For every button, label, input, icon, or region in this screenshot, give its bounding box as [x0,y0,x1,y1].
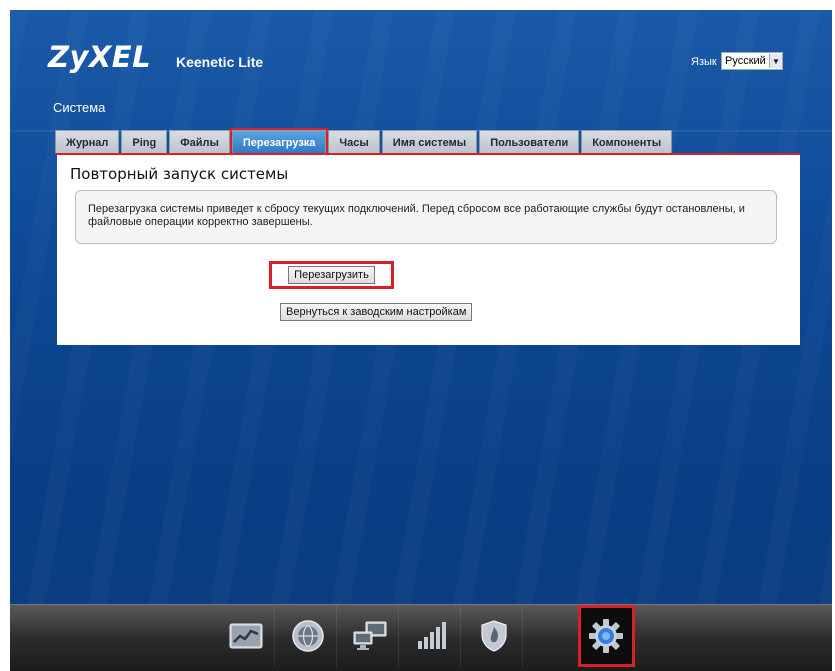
home-network-icon [353,621,387,650]
nav-home-network[interactable] [342,605,399,667]
nav-monitoring[interactable] [218,605,275,667]
reboot-button-highlight: Перезагрузить [269,261,394,289]
tab-system-name[interactable]: Имя системы [381,130,478,154]
nav-security[interactable] [466,605,523,667]
language-label: Язык [691,56,717,68]
router-admin-window: ZyXEL Keenetic Lite Язык Русский ▼ Систе… [10,10,832,671]
language-value: Русский [725,55,766,67]
tab-reboot[interactable]: Перезагрузка [229,128,329,156]
monitoring-chart-icon [229,623,263,649]
reboot-button[interactable]: Перезагрузить [288,266,375,284]
nav-wifi[interactable] [404,605,461,667]
nav-system[interactable] [578,605,635,667]
tab-clock[interactable]: Часы [328,130,380,154]
tab-components[interactable]: Компоненты [581,130,673,154]
info-box: Перезагрузка системы приведет к сбросу т… [75,190,777,244]
globe-internet-icon [292,620,324,652]
wifi-signal-icon [418,622,446,649]
tab-ping[interactable]: Ping [121,130,168,154]
tab-files[interactable]: Файлы [169,130,230,154]
reboot-panel: Повторный запуск системы Перезагрузка си… [57,155,800,345]
panel-title: Повторный запуск системы [70,165,289,183]
tab-bar: Журнал Ping Файлы Перезагрузка Часы Имя … [55,128,674,156]
page-title: Система [53,100,106,115]
bottom-nav-bar [10,604,832,671]
tab-log[interactable]: Журнал [55,130,120,154]
product-name: Keenetic Lite [176,54,264,70]
tab-users[interactable]: Пользователи [479,130,580,154]
zyxel-logo: ZyXEL [48,40,152,74]
security-shield-icon [481,620,507,652]
language-select[interactable]: Русский ▼ [721,52,783,70]
system-gear-icon [589,619,623,653]
nav-internet[interactable] [280,605,337,667]
chevron-down-icon: ▼ [769,54,782,68]
factory-reset-button[interactable]: Вернуться к заводским настройкам [280,303,473,321]
info-text: Перезагрузка системы приведет к сбросу т… [88,203,745,228]
